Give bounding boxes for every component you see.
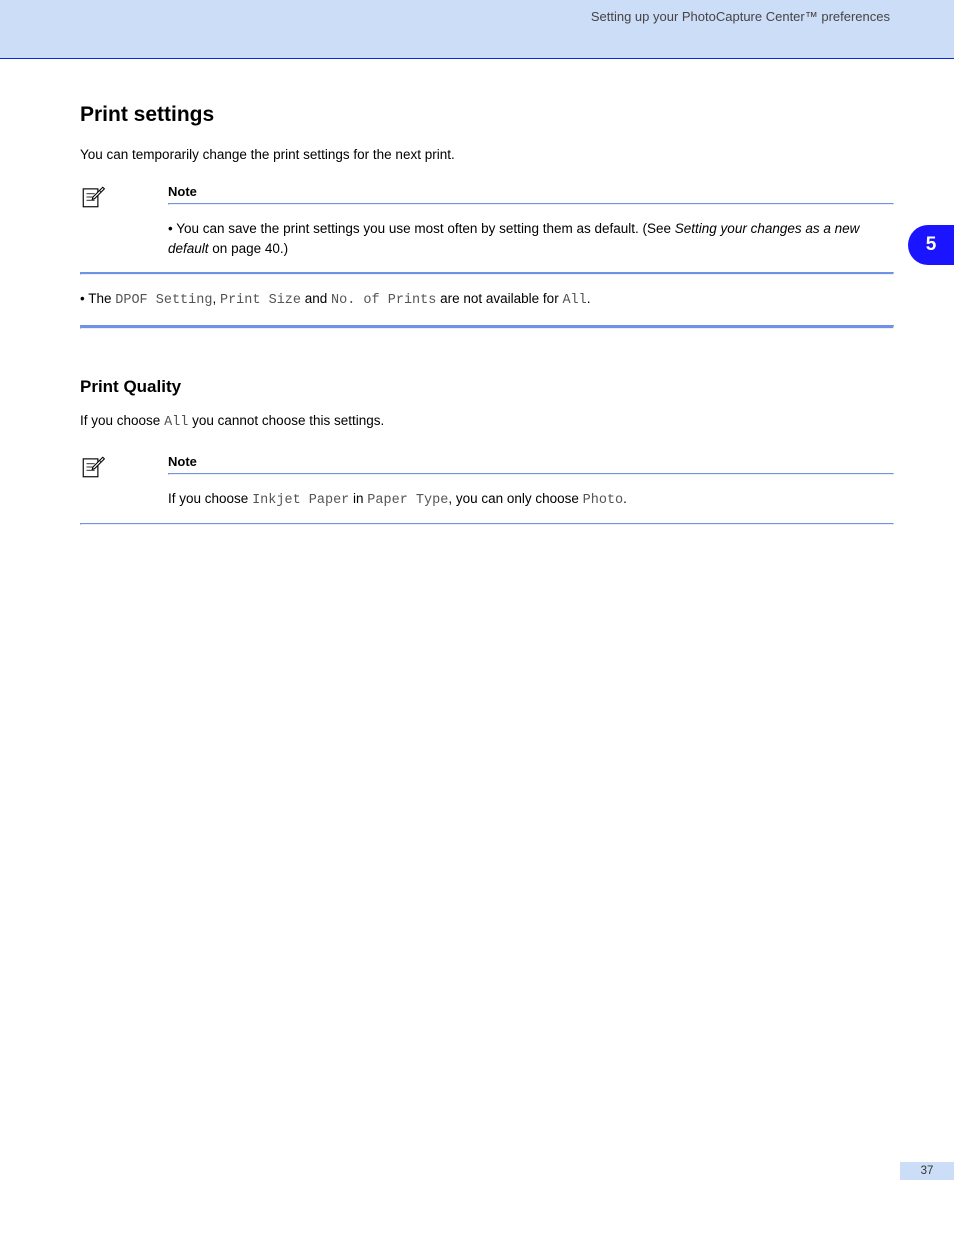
note-block-1: Note • You can save the print settings y…	[80, 184, 894, 272]
note-rule	[80, 325, 894, 329]
header-band: Setting up your PhotoCapture Center™ pre…	[0, 0, 954, 59]
note1-line1: • You can save the print settings you us…	[168, 205, 894, 272]
page-number: 37	[900, 1162, 954, 1180]
page-content: Print settings You can temporarily chang…	[0, 103, 954, 525]
para-print-quality: If you choose All you cannot choose this…	[80, 411, 894, 433]
header-title: Setting up your PhotoCapture Center™ pre…	[0, 0, 954, 24]
section-number-tab: 5	[908, 225, 954, 265]
note-rule	[80, 523, 894, 525]
note-block-2: Note If you choose Inkjet Paper in Paper…	[80, 454, 894, 523]
note-label: Note	[168, 184, 894, 203]
footer: 37	[900, 1162, 954, 1180]
note2-text: If you choose Inkjet Paper in Paper Type…	[168, 475, 894, 523]
note-label: Note	[168, 454, 894, 473]
note-icon	[80, 467, 106, 484]
section-title-print-settings: Print settings	[80, 103, 894, 127]
intro-text: You can temporarily change the print set…	[80, 147, 894, 162]
heading-print-quality: Print Quality	[80, 377, 894, 397]
note-icon	[80, 197, 106, 214]
note1-line2: • The DPOF Setting, Print Size and No. o…	[80, 275, 894, 325]
